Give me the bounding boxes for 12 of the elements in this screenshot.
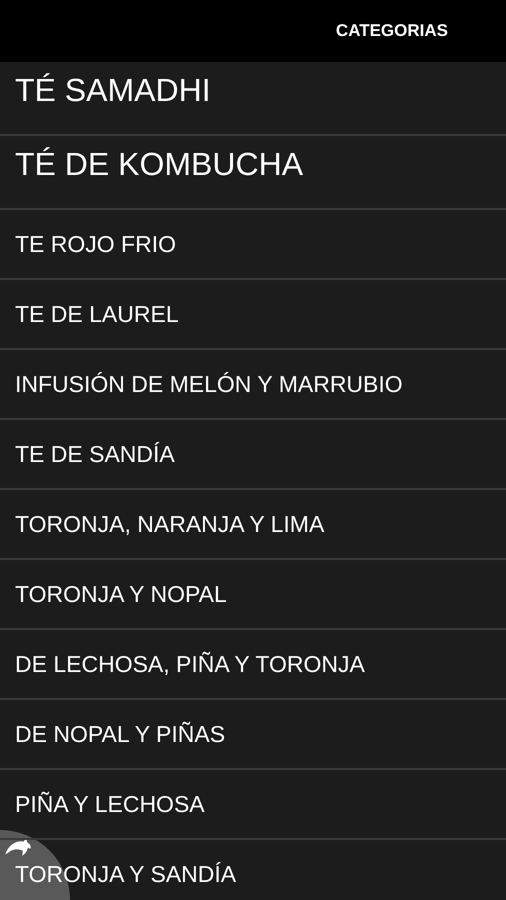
- category-item[interactable]: TORONJA, NARANJA Y LIMA: [0, 490, 506, 560]
- category-item[interactable]: TÉ DE KOMBUCHA: [0, 136, 506, 210]
- category-item[interactable]: TE DE LAUREL: [0, 280, 506, 350]
- category-item[interactable]: TE DE SANDÍA: [0, 420, 506, 490]
- category-item[interactable]: PIÑA Y LECHOSA: [0, 770, 506, 840]
- category-item[interactable]: TORONJA Y NOPAL: [0, 560, 506, 630]
- category-item[interactable]: TÉ SAMADHI: [0, 62, 506, 136]
- category-item[interactable]: DE NOPAL Y PIÑAS: [0, 700, 506, 770]
- category-item[interactable]: DE LECHOSA, PIÑA Y TORONJA: [0, 630, 506, 700]
- header-title[interactable]: CATEGORIAS: [336, 21, 448, 41]
- category-item[interactable]: INFUSIÓN DE MELÓN Y MARRUBIO: [0, 350, 506, 420]
- category-item[interactable]: TE ROJO FRIO: [0, 210, 506, 280]
